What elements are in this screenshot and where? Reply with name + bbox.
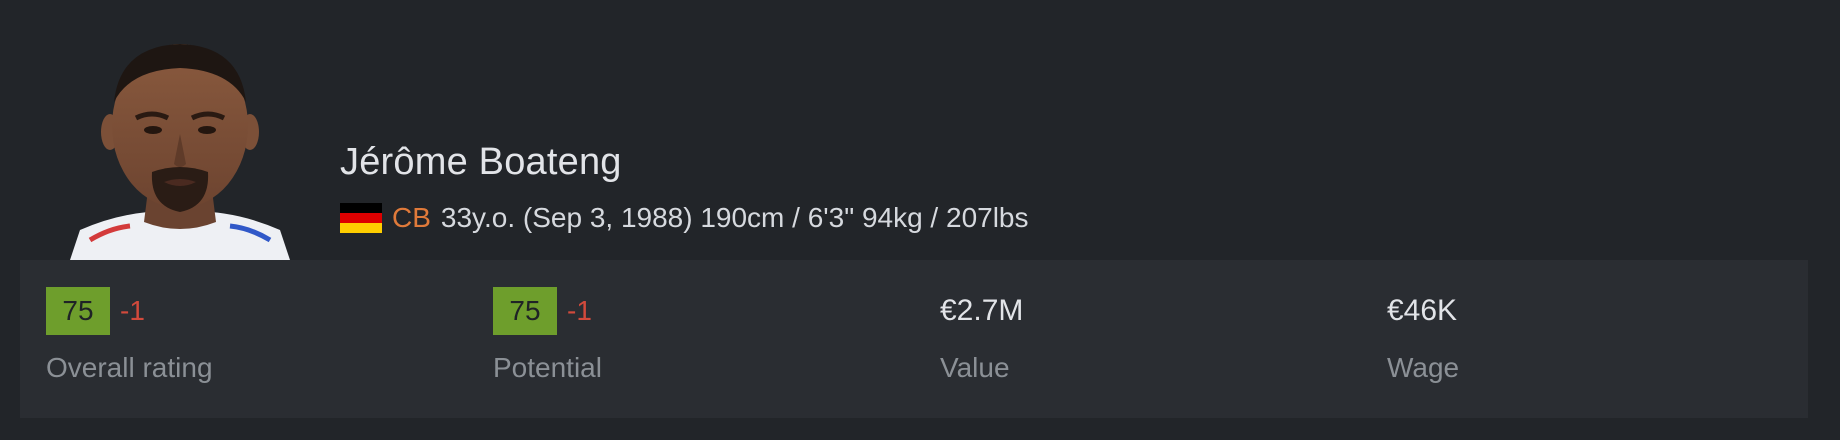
player-header: Jérôme Boateng CB 33y.o. (Sep 3, 1988) 1… <box>0 0 1840 260</box>
stat-wage: €46K Wage <box>1387 286 1787 406</box>
overall-rating-label: Overall rating <box>46 352 213 383</box>
player-avatar <box>70 40 290 260</box>
market-value-label: Value <box>940 352 1010 383</box>
player-name: Jérôme Boateng <box>340 141 622 183</box>
player-birthdate: (Sep 3, 1988) <box>522 202 693 233</box>
stat-potential-value-row: 75 -1 <box>493 286 893 336</box>
player-meta: CB 33y.o. (Sep 3, 1988) 190cm / 6'3" 94k… <box>340 200 1029 236</box>
overall-rating-delta: -1 <box>120 295 145 326</box>
stat-overall-value-row: 75 -1 <box>46 286 446 336</box>
stat-potential: 75 -1 Potential <box>493 286 893 406</box>
player-position[interactable]: CB <box>392 202 431 234</box>
potential-badge: 75 <box>493 287 557 335</box>
player-age: 33y.o. <box>440 202 516 233</box>
market-value: €2.7M <box>940 294 1024 327</box>
player-weight: 94kg / 207lbs <box>861 202 1029 233</box>
overall-rating-badge: 75 <box>46 287 110 335</box>
germany-flag-icon <box>340 203 382 233</box>
player-page: Jérôme Boateng CB 33y.o. (Sep 3, 1988) 1… <box>0 0 1840 440</box>
wage-value: €46K <box>1387 294 1458 327</box>
wage-label: Wage <box>1387 352 1460 383</box>
player-portrait-image <box>70 44 290 260</box>
stat-value: €2.7M Value <box>940 286 1340 406</box>
stat-value-row: €2.7M <box>940 286 1340 336</box>
stats-panel: 75 -1 Overall rating 75 -1 Potential €2.… <box>20 260 1808 418</box>
potential-label: Potential <box>493 352 602 383</box>
stat-overall-rating: 75 -1 Overall rating <box>46 286 446 406</box>
player-height: 190cm / 6'3" <box>700 202 855 233</box>
stat-wage-row: €46K <box>1387 286 1787 336</box>
potential-delta: -1 <box>567 295 592 326</box>
